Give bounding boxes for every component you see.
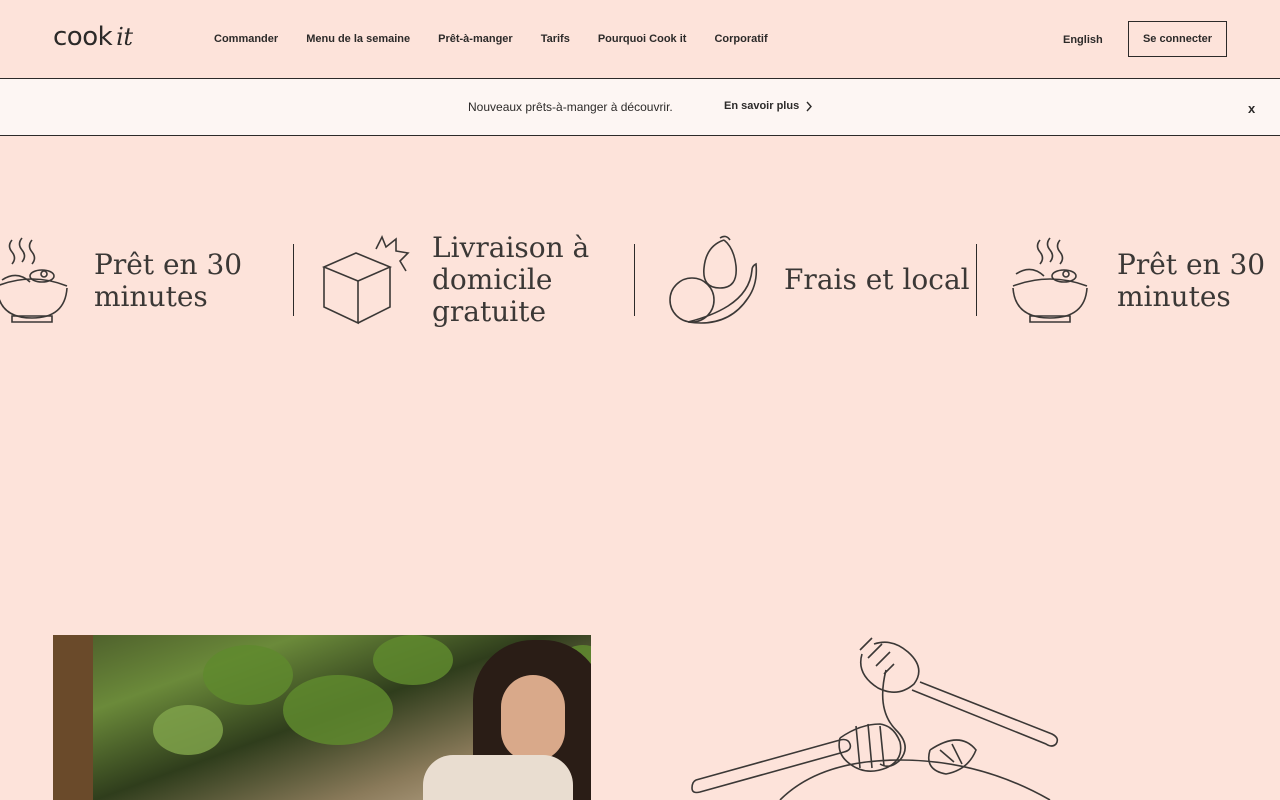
chevron-right-icon — [806, 101, 813, 111]
feature-divider — [293, 244, 294, 316]
feature-ready-30: Prêt en 30 minutes — [1010, 236, 1265, 326]
banner-message: Nouveaux prêts-à-manger à découvrir. — [468, 100, 673, 114]
feature-label: Prêt en 30 minutes — [1117, 248, 1266, 313]
nav-corporatif[interactable]: Corporatif — [714, 33, 767, 45]
box-icon — [321, 235, 410, 325]
site-header: cook it Commander Menu de la semaine Prêt… — [0, 0, 1280, 79]
pasta-fork-illustration — [691, 637, 1059, 800]
login-button[interactable]: Se connecter — [1128, 21, 1227, 57]
close-banner-button[interactable]: x — [1248, 101, 1255, 116]
nav-pret-a-manger[interactable]: Prêt-à-manger — [438, 33, 513, 45]
announcement-banner: Nouveaux prêts-à-manger à découvrir. En … — [0, 79, 1280, 136]
feature-delivery: Livraison à domicile gratuite — [320, 232, 589, 328]
nav-menu-semaine[interactable]: Menu de la semaine — [306, 33, 410, 45]
bowl-icon — [1012, 237, 1088, 323]
logo-suffix: it — [116, 23, 133, 51]
language-switch[interactable]: English — [1063, 34, 1103, 46]
feature-ready-30: Prêt en 30 minutes — [0, 236, 242, 326]
feature-divider — [634, 244, 635, 316]
feature-fresh-local: Frais et local — [668, 234, 970, 326]
feature-label: Livraison à domicile gratuite — [432, 231, 590, 328]
nav-tarifs[interactable]: Tarifs — [541, 33, 570, 45]
learn-more-label: En savoir plus — [724, 100, 800, 112]
feature-label: Frais et local — [784, 263, 970, 296]
bowl-icon — [0, 237, 68, 323]
nav-pourquoi[interactable]: Pourquoi Cook it — [598, 33, 687, 45]
feature-divider — [976, 244, 977, 316]
learn-more-link[interactable]: En savoir plus — [724, 100, 813, 112]
main-nav: Commander Menu de la semaine Prêt-à-mang… — [214, 33, 768, 45]
nav-commander[interactable]: Commander — [214, 33, 278, 45]
feature-label: Prêt en 30 minutes — [94, 248, 243, 313]
woman-cooking-photo — [53, 635, 591, 800]
logo-text: cook — [53, 22, 113, 52]
cook-it-logo[interactable]: cook it — [53, 22, 133, 52]
produce-icon — [669, 235, 758, 324]
